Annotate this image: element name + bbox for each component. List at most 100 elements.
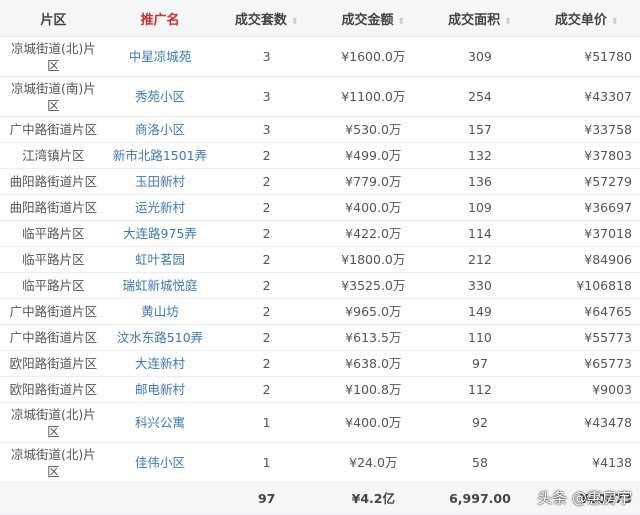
cell-area: 112 [426,376,534,403]
cell-count: 1 [213,402,320,443]
cell-count: 2 [213,142,320,169]
sort-icon[interactable]: ⬍ [611,17,619,27]
cell-price: ¥106818 [533,272,640,299]
col-area[interactable]: 成交面积 ⬍ [426,0,534,37]
col-label: 成交单价 [554,12,607,28]
sort-icon[interactable]: ⬍ [291,17,299,27]
total-blank [0,482,107,515]
col-project: 推广名 [106,0,214,37]
cell-district: 临平路片区 [0,246,107,273]
cell-price: ¥43307 [533,76,640,117]
cell-price: ¥84906 [533,246,640,273]
cell-count: 2 [213,272,320,299]
cell-project[interactable]: 中星凉城苑 [106,36,214,77]
watermark: 头条 @惠房宇 [537,489,632,507]
table-row: 广中路街道片区 黄山坊 2 ¥965.0万 149 ¥64765 [0,298,640,325]
cell-area: 58 [426,442,534,483]
cell-area: 92 [426,402,534,443]
cell-project[interactable]: 秀苑小区 [106,76,214,117]
cell-project[interactable]: 玉田新村 [106,168,214,195]
cell-area: 132 [426,142,534,169]
table-row: 欧阳路街道片区 邮电新村 2 ¥100.8万 112 ¥9003 [0,376,640,403]
cell-area: 254 [426,76,534,117]
cell-count: 2 [213,350,320,377]
cell-area: 309 [426,36,534,77]
sort-icon[interactable]: ⬍ [398,17,406,27]
cell-amount: ¥499.0万 [319,142,427,169]
cell-count: 2 [213,246,320,273]
cell-project[interactable]: 瑞虹新城悦庭 [106,272,214,299]
col-count[interactable]: 成交套数 ⬍ [213,0,320,37]
cell-area: 149 [426,298,534,325]
cell-amount: ¥24.0万 [319,442,427,483]
col-price[interactable]: 成交单价 ⬍ [533,0,640,37]
cell-price: ¥4138 [533,442,640,483]
cell-area: 330 [426,272,534,299]
table-row: 凉城街道(北)片区 中星凉城苑 3 ¥1600.0万 309 ¥51780 [0,36,640,77]
cell-amount: ¥530.0万 [319,116,427,143]
cell-count: 3 [213,36,320,77]
cell-count: 2 [213,376,320,403]
cell-count: 2 [213,194,320,221]
col-label: 成交金额 [341,12,394,28]
cell-district: 广中路街道片区 [0,324,107,351]
cell-amount: ¥779.0万 [319,168,427,195]
table-row: 临平路片区 大连路975弄 2 ¥422.0万 114 ¥37018 [0,220,640,247]
cell-area: 97 [426,350,534,377]
cell-area: 114 [426,220,534,247]
cell-project[interactable]: 大连新村 [106,350,214,377]
cell-area: 136 [426,168,534,195]
col-amount[interactable]: 成交金额 ⬍ [319,0,427,37]
cell-count: 3 [213,76,320,117]
cell-count: 1 [213,442,320,483]
cell-amount: ¥965.0万 [319,298,427,325]
table-row: 凉城街道(北)片区 佳伟小区 1 ¥24.0万 58 ¥4138 [0,442,640,483]
cell-amount: ¥400.0万 [319,194,427,221]
table-row: 欧阳路街道片区 大连新村 2 ¥638.0万 97 ¥65773 [0,350,640,377]
cell-price: ¥9003 [533,376,640,403]
total-area: 6,997.00 [426,482,534,515]
cell-project[interactable]: 科兴公寓 [106,402,214,443]
cell-project[interactable]: 邮电新村 [106,376,214,403]
table-row: 曲阳路街道片区 玉田新村 2 ¥779.0万 136 ¥57279 [0,168,640,195]
cell-district: 欧阳路街道片区 [0,376,107,403]
cell-project[interactable]: 新市北路1501弄 [106,142,214,169]
table-row: 广中路街道片区 商洛小区 3 ¥530.0万 157 ¥33758 [0,116,640,143]
col-district: 片区 [0,0,107,37]
cell-price: ¥57279 [533,168,640,195]
cell-amount: ¥422.0万 [319,220,427,247]
table-row: 凉城街道(南)片区 秀苑小区 3 ¥1100.0万 254 ¥43307 [0,76,640,117]
table-row: 曲阳路街道片区 运光新村 2 ¥400.0万 109 ¥36697 [0,194,640,221]
table-row: 临平路片区 虹叶茗园 2 ¥1800.0万 212 ¥84906 [0,246,640,273]
cell-district: 临平路片区 [0,272,107,299]
cell-project[interactable]: 汶水东路510弄 [106,324,214,351]
cell-project[interactable]: 黄山坊 [106,298,214,325]
sort-icon[interactable]: ⬍ [504,17,512,27]
cell-price: ¥65773 [533,350,640,377]
col-label: 成交套数 [234,12,287,28]
table-row: 凉城街道(北)片区 科兴公寓 1 ¥400.0万 92 ¥43478 [0,402,640,443]
cell-price: ¥51780 [533,36,640,77]
cell-count: 2 [213,324,320,351]
cell-district: 凉城街道(北)片区 [0,402,107,443]
cell-count: 2 [213,298,320,325]
cell-price: ¥43478 [533,402,640,443]
cell-price: ¥55773 [533,324,640,351]
cell-area: 157 [426,116,534,143]
cell-price: ¥36697 [533,194,640,221]
total-amount: ¥4.2亿 [319,482,427,515]
cell-district: 凉城街道(北)片区 [0,36,107,77]
cell-price: ¥64765 [533,298,640,325]
cell-price: ¥37018 [533,220,640,247]
cell-project[interactable]: 运光新村 [106,194,214,221]
cell-project[interactable]: 虹叶茗园 [106,246,214,273]
total-count: 97 [213,482,320,515]
cell-project[interactable]: 商洛小区 [106,116,214,143]
total-blank [106,482,214,515]
cell-project[interactable]: 大连路975弄 [106,220,214,247]
cell-project[interactable]: 佳伟小区 [106,442,214,483]
table-row: 广中路街道片区 汶水东路510弄 2 ¥613.5万 110 ¥55773 [0,324,640,351]
cell-district: 江湾镇片区 [0,142,107,169]
cell-amount: ¥400.0万 [319,402,427,443]
cell-price: ¥37803 [533,142,640,169]
